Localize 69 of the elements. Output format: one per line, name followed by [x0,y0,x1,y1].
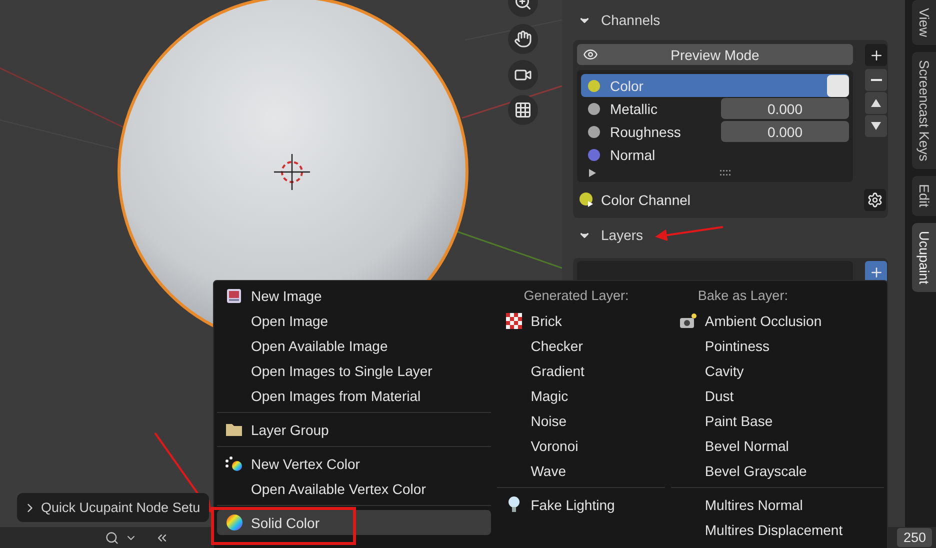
preview-mode-button[interactable]: Preview Mode [577,44,853,65]
channel-dot-icon [579,192,595,208]
minus-icon [870,79,882,81]
section-title: Channels [601,12,660,28]
plus-icon [868,48,884,62]
channel-row[interactable]: Metallic 0.000 [581,97,849,120]
image-icon [226,288,242,304]
color-swatch[interactable] [827,74,849,96]
play-triangle-icon[interactable] [589,169,596,177]
menu-item[interactable]: Multires Displacement [670,517,884,542]
section-title: Layers [601,227,644,243]
menu-item[interactable]: Open Available Vertex Color [217,476,491,501]
menu-item[interactable]: Bevel Grayscale [670,458,884,483]
eye-icon [583,47,598,62]
pan-button[interactable] [508,24,538,54]
quick-setup-panel[interactable]: Quick Ucupaint Node Setu [17,493,209,522]
channel-row[interactable]: Roughness 0.000 [581,120,849,143]
light-bulb-icon [508,496,520,513]
column-header: Bake as Layer: [696,287,789,305]
remove-button[interactable] [865,69,887,91]
menu-item[interactable]: Ambient Occlusion [670,308,884,333]
plus-icon [868,264,884,280]
side-tab[interactable]: Screencast Keys [912,52,936,170]
active-channel-label: Color Channel [601,192,692,208]
add-button[interactable] [865,44,887,66]
channel-name: Color [610,78,644,94]
menu-item[interactable]: Pointiness [670,333,884,358]
settings-button[interactable] [864,189,886,211]
menu-item[interactable]: New Vertex Color [217,451,491,476]
menu-item[interactable]: Cavity [670,358,884,383]
move-down-button[interactable] [865,115,887,137]
menu-item[interactable]: Open Images from Material [217,383,491,408]
folder-icon [225,422,243,437]
annotation-arrow [653,225,725,241]
menu-item[interactable]: Multires Normal [670,492,884,517]
side-tab[interactable]: Ucupaint [912,222,936,292]
color-wheel-icon [226,514,242,531]
menu-item[interactable]: Solid Color [217,510,491,535]
up-triangle-icon [871,99,881,107]
menu-item[interactable]: Layer Group [217,417,491,442]
move-up-button[interactable] [865,92,887,114]
menu-item[interactable]: Open Image [217,308,491,333]
channel-name: Normal [610,146,656,162]
value-field[interactable]: 0.000 [721,98,849,119]
channel-name: Metallic [610,100,658,116]
menu-item[interactable]: Open Images to Single Layer [217,358,491,383]
vertex-color-icon [225,456,243,472]
hand-icon [514,30,532,48]
checker-icon [506,312,522,328]
value-field[interactable]: 0.000 [721,121,849,142]
grip-icon[interactable] [720,170,732,176]
menu-item[interactable]: New Image [217,283,491,308]
camera-view-button[interactable] [508,60,538,90]
menu-item[interactable]: Dust [670,383,884,408]
channel-row[interactable]: Normal [581,143,849,166]
side-tab[interactable]: View [912,0,936,46]
down-triangle-icon [871,122,881,130]
perspective-toggle-button[interactable] [508,95,538,125]
side-tab[interactable]: Edit [912,176,936,216]
channel-name: Roughness [610,124,682,140]
menu-item[interactable]: Paint Base [670,408,884,433]
menu-item[interactable]: Bevel Normal [670,433,884,458]
menu-item[interactable]: Open Available Image [217,333,491,358]
channel-row[interactable]: Color [581,74,849,97]
end-frame-field[interactable]: 250 [897,528,932,547]
grid-icon [514,101,532,119]
camera-icon [678,312,697,328]
3d-cursor-icon [274,154,310,190]
search-icon[interactable] [105,530,119,544]
